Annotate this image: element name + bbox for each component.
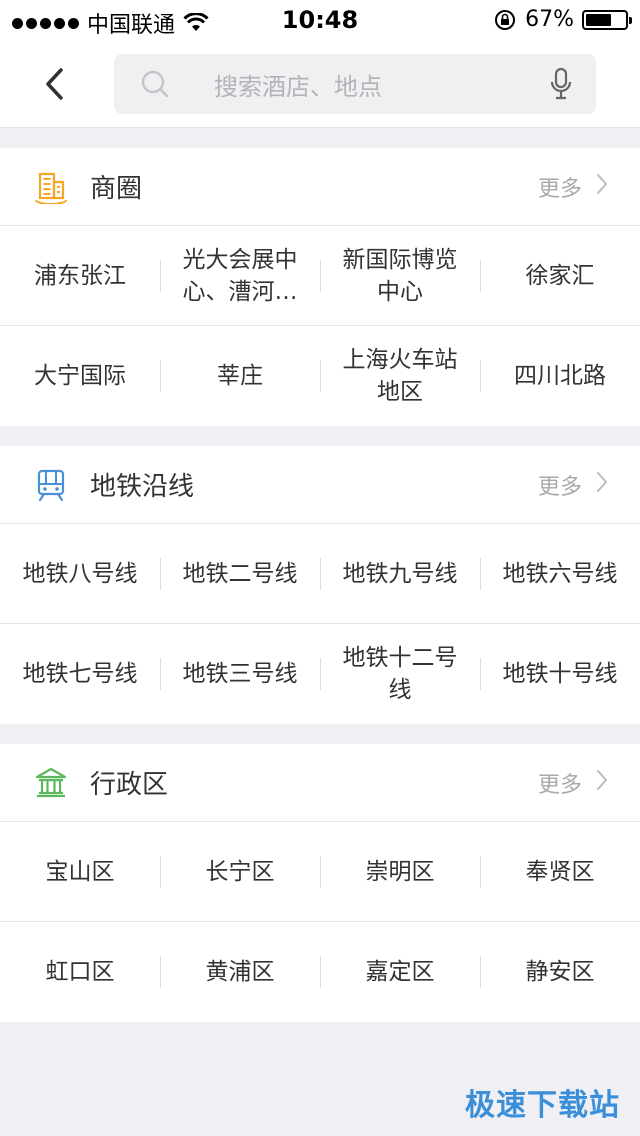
location-option[interactable]: 地铁十号线 [480,624,640,724]
location-option-label: 莘庄 [217,363,263,389]
section-0: 商圈 更多浦东张江 光大会展中心、漕河… 新国际博览中心 徐家汇大宁国际 莘庄 上海火车站地… [0,148,640,426]
location-option[interactable]: 地铁二号线 [160,524,320,624]
nav-bar: 搜索酒店、地点 [0,40,640,128]
location-option-label: 光大会展中心、漕河… [182,247,298,305]
category-sections: 商圈 更多 浦东张江 光大会展中心、漕河… 新国际博览中心 徐家汇 大宁国际 莘庄 上海火车站地… [0,148,640,1022]
status-right: 67% [493,7,632,32]
section-1: 地铁沿线 更多地铁八号线 地铁二号线 地铁九号线 地铁六号线地铁七号线 地铁三号线 地铁十二… [0,446,640,724]
location-option-label: 长宁区 [205,859,275,885]
location-option-label: 地铁六号线 [502,561,618,587]
battery-percent: 67% [525,7,574,32]
location-option[interactable]: 静安区 [480,922,640,1022]
more-label: 更多 [537,177,582,202]
location-option-label: 地铁十号线 [502,661,618,687]
location-option[interactable]: 上海火车站地区 [320,326,480,426]
location-option[interactable]: 徐家汇 [480,226,640,326]
location-option-label: 地铁九号线 [342,561,458,587]
location-option-label: 宝山区 [45,859,115,885]
grid-row: 宝山区 长宁区 崇明区 奉贤区 [0,822,640,922]
more-label: 更多 [537,475,582,500]
section-header: 行政区 更多 [0,744,640,822]
chevron-right-icon [596,173,608,201]
battery-level [586,13,612,26]
section-title: 商圈 [90,174,143,204]
grid-row: 地铁八号线 地铁二号线 地铁九号线 地铁六号线 [0,524,640,624]
location-option[interactable]: 宝山区 [0,822,160,922]
chevron-left-icon [46,68,63,100]
grid-row: 大宁国际 莘庄 上海火车站地区 四川北路 [0,326,640,426]
location-option-label: 地铁十二号线 [342,645,458,703]
location-option[interactable]: 新国际博览中心 [320,226,480,326]
back-button[interactable] [32,62,76,106]
search-icon [140,69,170,99]
location-option-label: 静安区 [525,959,595,985]
location-option[interactable]: 黄浦区 [160,922,320,1022]
grid-row: 虹口区 黄浦区 嘉定区 静安区 [0,922,640,1022]
section-header: 商圈 更多 [0,148,640,226]
microphone-icon[interactable] [546,66,576,102]
location-option-label: 新国际博览中心 [342,247,458,305]
more-button[interactable]: 更多 [538,744,608,822]
location-option[interactable]: 地铁十二号线 [320,624,480,724]
location-option[interactable]: 嘉定区 [320,922,480,1022]
location-option-label: 崇明区 [365,859,435,885]
battery-icon [582,9,632,30]
location-option[interactable]: 莘庄 [160,326,320,426]
more-label: 更多 [537,773,582,798]
location-option[interactable]: 地铁九号线 [320,524,480,624]
section-header: 地铁沿线 更多 [0,446,640,524]
location-option[interactable]: 地铁六号线 [480,524,640,624]
location-option-label: 浦东张江 [34,263,126,289]
chevron-right-icon [596,471,608,499]
government-building-icon [34,766,68,800]
location-option[interactable]: 浦东张江 [0,226,160,326]
watermark: 极速下载站 [465,1088,620,1123]
section-title: 行政区 [90,770,169,800]
location-option-label: 黄浦区 [205,959,275,985]
location-option-label: 徐家汇 [525,263,595,289]
location-option[interactable]: 崇明区 [320,822,480,922]
location-option-label: 虹口区 [45,959,115,985]
building-icon [34,170,68,204]
section-2: 行政区 更多宝山区 长宁区 崇明区 奉贤区虹口区 黄浦区 嘉定区 静安区 [0,744,640,1022]
metro-icon [34,468,68,502]
location-option-label: 上海火车站地区 [342,347,458,405]
more-button[interactable]: 更多 [538,446,608,524]
location-option-label: 地铁八号线 [22,561,138,587]
location-option[interactable]: 地铁七号线 [0,624,160,724]
location-option[interactable]: 四川北路 [480,326,640,426]
location-option[interactable]: 地铁八号线 [0,524,160,624]
location-option-label: 四川北路 [514,363,606,389]
section-title: 地铁沿线 [90,472,195,502]
location-option[interactable]: 虹口区 [0,922,160,1022]
rotation-lock-icon [495,9,516,30]
search-input[interactable]: 搜索酒店、地点 [114,54,596,114]
location-option[interactable]: 地铁三号线 [160,624,320,724]
location-option-label: 奉贤区 [525,859,595,885]
location-option-label: 地铁三号线 [182,661,298,687]
location-option[interactable]: 大宁国际 [0,326,160,426]
search-placeholder: 搜索酒店、地点 [214,72,382,101]
location-option[interactable]: 长宁区 [160,822,320,922]
status-bar: 中国联通 10:48 67% [0,0,640,40]
location-option[interactable]: 奉贤区 [480,822,640,922]
more-button[interactable]: 更多 [538,148,608,226]
location-option-label: 嘉定区 [365,959,435,985]
location-option-label: 地铁七号线 [22,661,138,687]
chevron-right-icon [596,769,608,797]
location-option-label: 地铁二号线 [182,561,298,587]
location-option[interactable]: 光大会展中心、漕河… [160,226,320,326]
grid-row: 地铁七号线 地铁三号线 地铁十二号线 地铁十号线 [0,624,640,724]
location-option-label: 大宁国际 [34,363,126,389]
grid-row: 浦东张江 光大会展中心、漕河… 新国际博览中心 徐家汇 [0,226,640,326]
